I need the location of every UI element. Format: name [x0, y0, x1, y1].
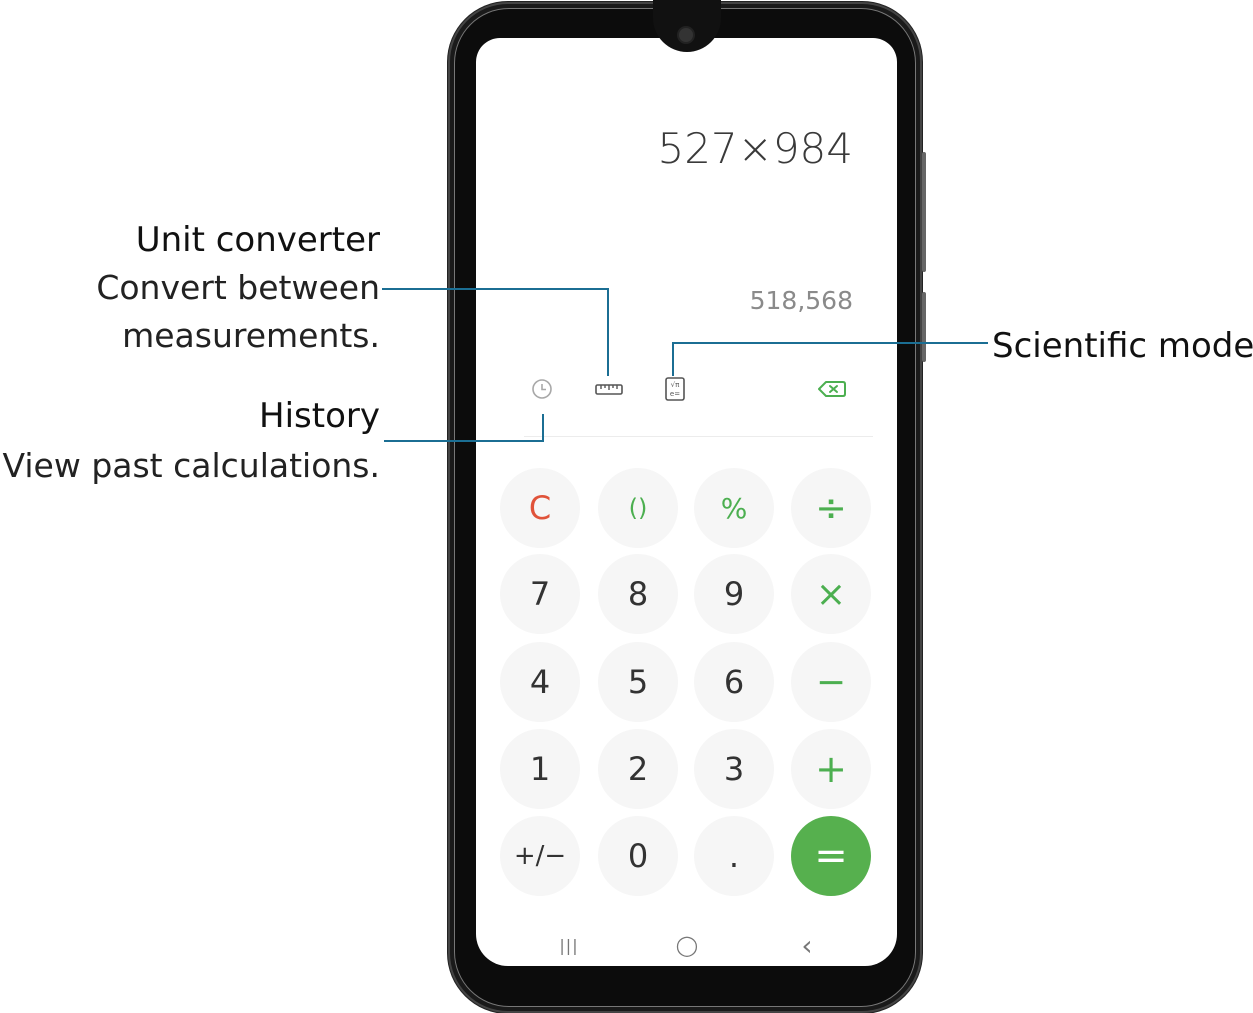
nav-recents-button[interactable]: ||| [554, 930, 584, 960]
keypad-divider [524, 436, 873, 437]
power-button [922, 292, 926, 362]
key-equals[interactable]: = [791, 816, 871, 896]
expression-display[interactable]: 527×984 [657, 124, 853, 173]
key-5[interactable]: 5 [598, 642, 678, 722]
key-percent[interactable]: % [694, 468, 774, 548]
key-divide[interactable]: ÷ [791, 468, 871, 548]
scientific-mode-title: Scientific mode [992, 326, 1253, 366]
history-desc: View past calculations. [2, 446, 380, 485]
unit-converter-desc-line2: measurements. [122, 316, 380, 355]
key-multiply[interactable]: × [791, 554, 871, 634]
key-6[interactable]: 6 [694, 642, 774, 722]
key-subtract[interactable]: − [791, 642, 871, 722]
backspace-button[interactable] [816, 375, 848, 403]
key-parentheses[interactable]: () [598, 468, 678, 548]
key-9[interactable]: 9 [694, 554, 774, 634]
scientific-mode-button[interactable]: √π e= [662, 375, 688, 403]
svg-text:√π: √π [671, 381, 680, 389]
result-preview: 518,568 [749, 286, 853, 315]
unit-converter-title: Unit converter [135, 220, 380, 260]
key-add[interactable]: + [791, 729, 871, 809]
key-clear[interactable]: C [500, 468, 580, 548]
key-decimal[interactable]: . [694, 816, 774, 896]
ruler-icon [595, 384, 623, 395]
nav-home-button[interactable]: ◯ [672, 930, 702, 960]
key-0[interactable]: 0 [598, 816, 678, 896]
front-camera [679, 28, 693, 42]
volume-button [922, 152, 926, 272]
clock-icon [532, 379, 552, 399]
key-2[interactable]: 2 [598, 729, 678, 809]
key-7[interactable]: 7 [500, 554, 580, 634]
unit-converter-desc-line1: Convert between [96, 268, 380, 307]
history-leader-v [542, 414, 544, 442]
key-8[interactable]: 8 [598, 554, 678, 634]
svg-text:e=: e= [670, 390, 680, 398]
key-3[interactable]: 3 [694, 729, 774, 809]
scientific-icon: √π e= [665, 377, 685, 401]
history-leader-h [384, 440, 544, 442]
key-1[interactable]: 1 [500, 729, 580, 809]
scientific-leader-v [672, 342, 674, 376]
unit-converter-leader-h [382, 288, 609, 290]
unit-converter-leader-v [607, 288, 609, 376]
scientific-leader-h [672, 342, 988, 344]
calculator-screen: 527×984 518,568 √π e= C () % ÷ 7 8 9 × 4 [476, 38, 897, 966]
history-button[interactable] [528, 375, 556, 403]
unit-converter-button[interactable] [594, 375, 624, 403]
key-plus-minus[interactable]: +/− [500, 816, 580, 896]
nav-back-button[interactable]: ‹ [792, 929, 822, 962]
key-4[interactable]: 4 [500, 642, 580, 722]
backspace-icon [818, 381, 846, 397]
history-title: History [259, 396, 380, 436]
